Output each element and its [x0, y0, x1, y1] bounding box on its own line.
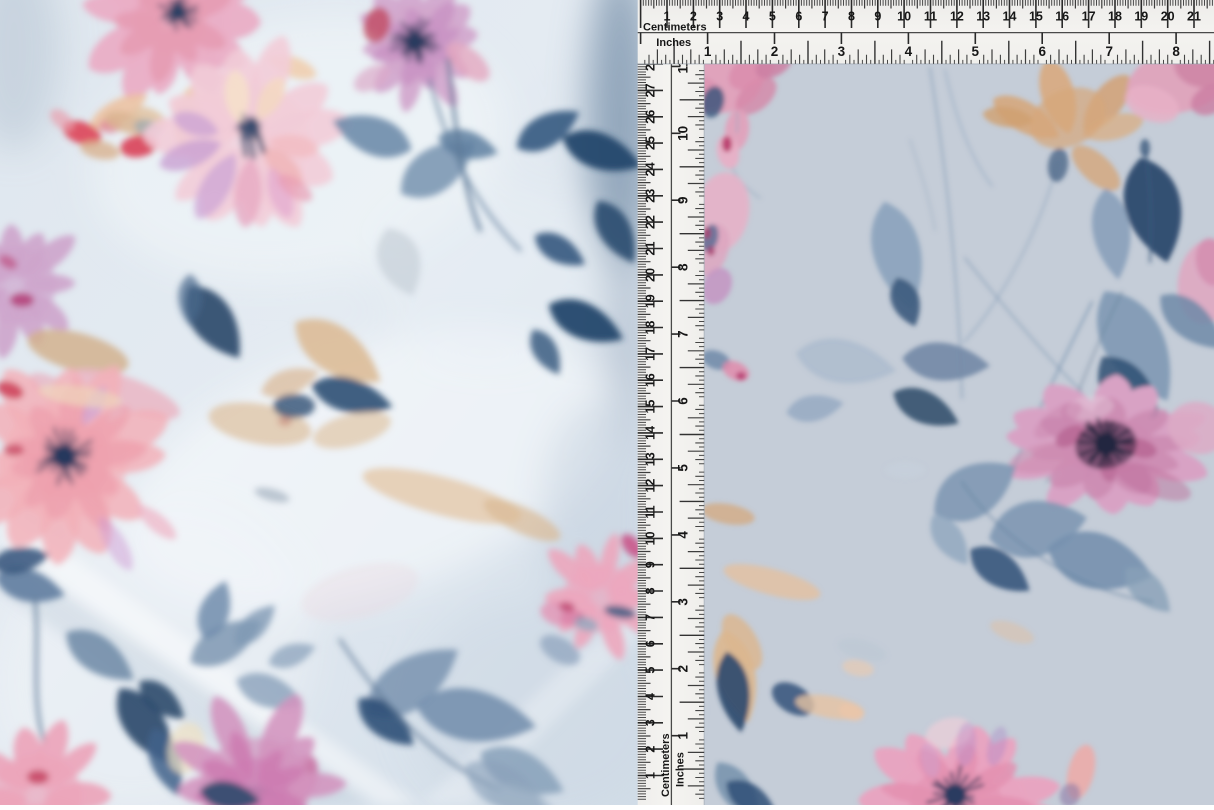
svg-text:17: 17: [1082, 9, 1096, 23]
svg-text:24: 24: [643, 162, 657, 176]
svg-text:Centimeters: Centimeters: [660, 733, 672, 797]
svg-text:6: 6: [643, 640, 657, 647]
svg-text:4: 4: [676, 531, 691, 539]
svg-text:4: 4: [905, 44, 913, 59]
svg-text:11: 11: [924, 9, 937, 23]
svg-text:7: 7: [822, 9, 829, 23]
svg-text:6: 6: [1038, 44, 1046, 59]
svg-text:3: 3: [838, 44, 846, 59]
svg-text:26: 26: [643, 110, 657, 124]
svg-text:12: 12: [643, 479, 657, 493]
svg-text:16: 16: [1055, 9, 1069, 23]
svg-text:9: 9: [643, 561, 657, 568]
svg-text:16: 16: [643, 373, 657, 387]
svg-text:Inches: Inches: [675, 752, 687, 787]
svg-text:22: 22: [643, 215, 657, 229]
svg-text:20: 20: [643, 268, 657, 282]
svg-text:12: 12: [950, 9, 964, 23]
svg-text:4: 4: [643, 693, 657, 700]
svg-text:5: 5: [676, 464, 691, 472]
svg-text:19: 19: [1134, 9, 1148, 23]
svg-text:18: 18: [643, 321, 657, 335]
svg-text:14: 14: [643, 426, 657, 440]
svg-text:5: 5: [972, 44, 980, 59]
svg-text:2: 2: [676, 665, 691, 673]
svg-text:8: 8: [848, 9, 855, 23]
svg-text:6: 6: [676, 397, 691, 405]
svg-text:14: 14: [1003, 9, 1017, 23]
svg-text:10: 10: [643, 531, 657, 545]
svg-text:8: 8: [676, 263, 691, 271]
svg-text:7: 7: [676, 330, 691, 338]
svg-text:5: 5: [769, 9, 776, 23]
svg-text:1: 1: [704, 44, 712, 59]
svg-text:8: 8: [1172, 44, 1180, 59]
svg-text:25: 25: [643, 136, 657, 150]
svg-text:9: 9: [676, 196, 691, 204]
svg-text:23: 23: [643, 189, 657, 203]
svg-text:9: 9: [874, 9, 881, 23]
svg-text:18: 18: [1108, 9, 1122, 23]
svg-text:21: 21: [643, 242, 657, 256]
svg-text:15: 15: [643, 400, 657, 414]
svg-text:4: 4: [743, 9, 750, 23]
svg-text:Inches: Inches: [656, 37, 691, 49]
svg-text:15: 15: [1029, 9, 1043, 23]
svg-text:2: 2: [771, 44, 779, 59]
svg-text:7: 7: [643, 614, 657, 621]
svg-text:3: 3: [643, 719, 657, 726]
svg-text:13: 13: [643, 452, 657, 466]
svg-text:2: 2: [643, 746, 657, 753]
svg-text:19: 19: [643, 294, 657, 308]
svg-text:10: 10: [897, 9, 911, 23]
svg-text:6: 6: [795, 9, 802, 23]
svg-text:Centimeters: Centimeters: [643, 21, 707, 33]
svg-text:8: 8: [643, 587, 657, 594]
svg-text:1: 1: [643, 772, 657, 779]
svg-text:13: 13: [976, 9, 990, 23]
svg-text:7: 7: [1105, 44, 1113, 59]
svg-text:27: 27: [643, 83, 657, 97]
svg-text:20: 20: [1161, 9, 1175, 23]
svg-text:17: 17: [643, 347, 657, 361]
svg-text:11: 11: [643, 505, 657, 518]
svg-text:10: 10: [676, 126, 691, 141]
svg-text:1: 1: [676, 731, 691, 739]
svg-text:3: 3: [676, 598, 691, 606]
svg-text:21: 21: [1187, 9, 1201, 23]
svg-text:5: 5: [643, 667, 657, 674]
svg-text:3: 3: [716, 9, 723, 23]
